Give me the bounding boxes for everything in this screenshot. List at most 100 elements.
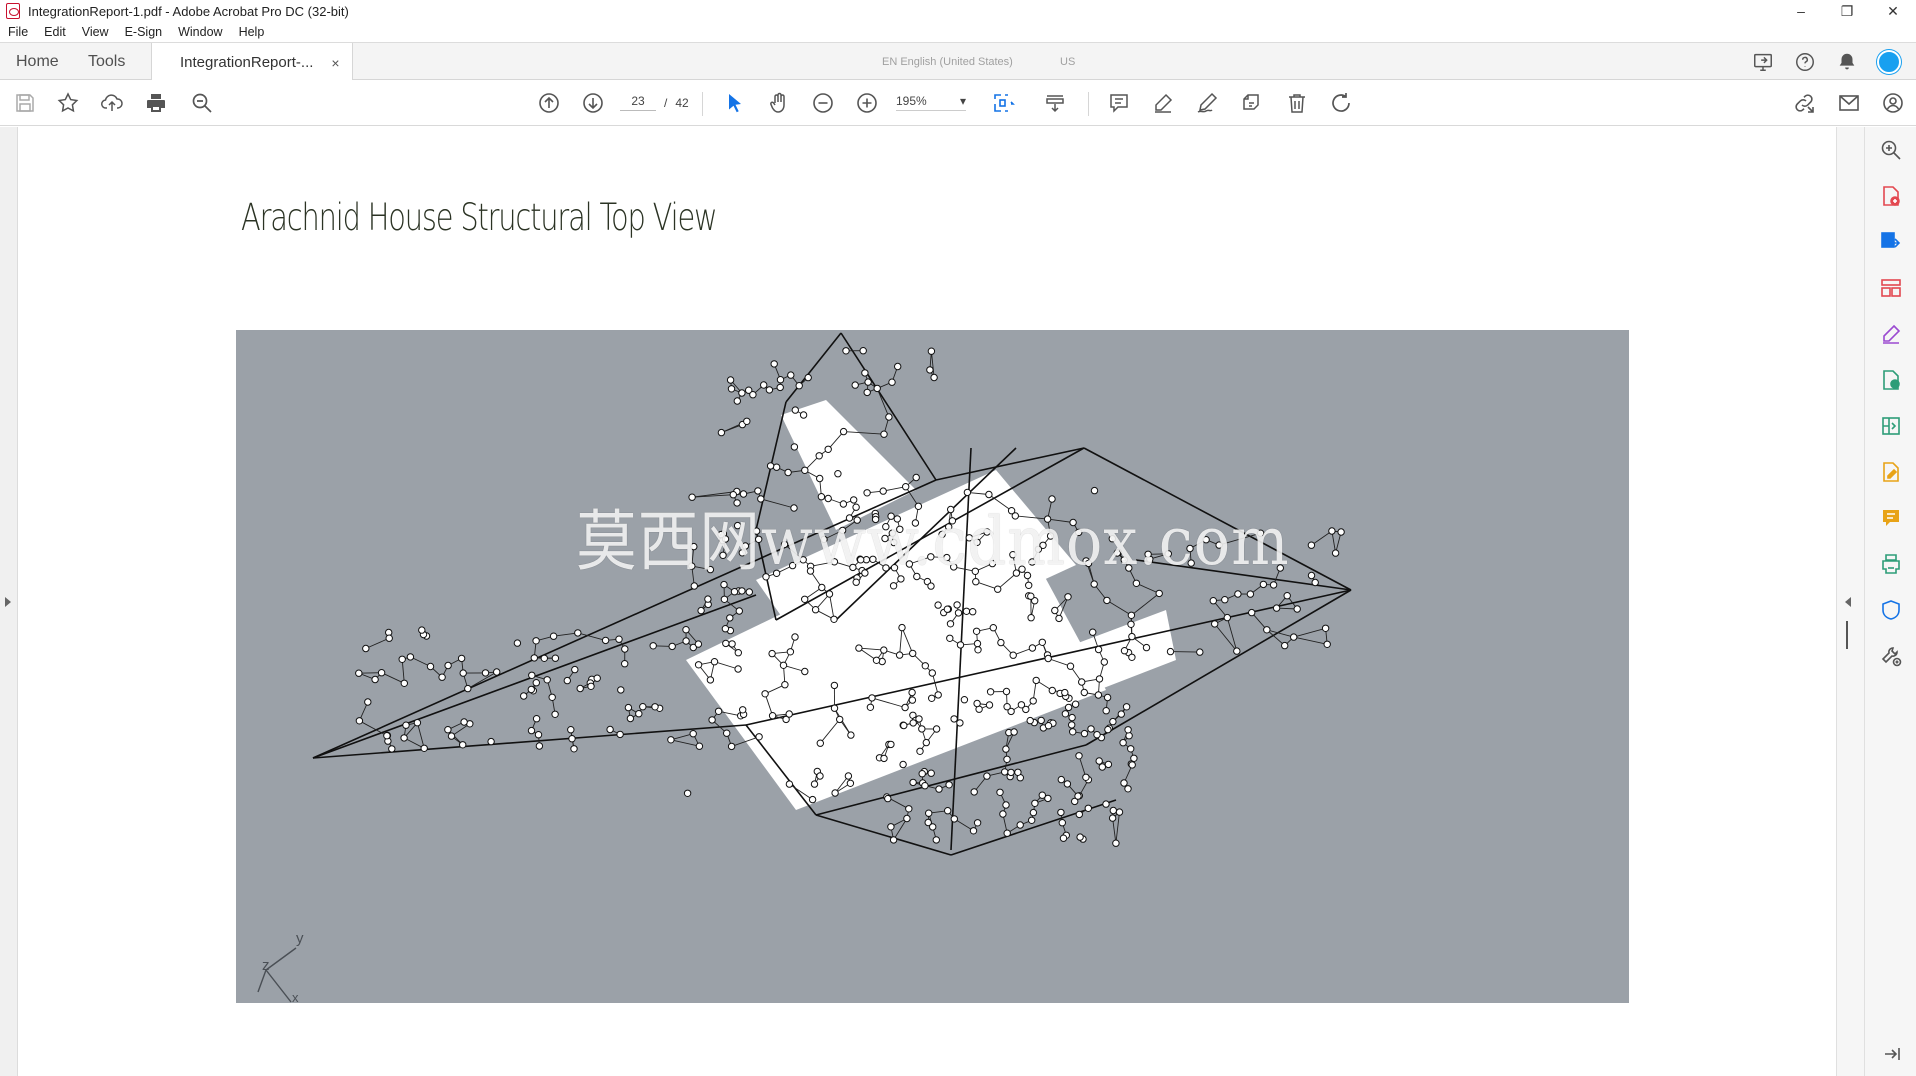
collapse-right-pane-icon[interactable] [1845,597,1851,607]
save-icon[interactable] [12,90,38,116]
minimize-button[interactable]: – [1778,0,1824,22]
profile-avatar-icon[interactable] [1876,49,1902,75]
rotate-icon[interactable] [1328,90,1354,116]
share-link-icon[interactable] [1791,90,1817,116]
mesh-node [727,385,736,393]
organize-pages-icon[interactable] [1878,275,1904,301]
email-icon[interactable] [1836,90,1862,116]
mesh-node [1094,691,1103,699]
tab-document[interactable]: IntegrationReport-... × [151,43,353,82]
scrollbar-thumb[interactable] [1846,621,1848,649]
mesh-node [834,470,842,478]
mesh-node [1003,829,1011,837]
menu-esign[interactable]: E-Sign [125,25,163,39]
zoom-in-icon[interactable] [854,90,880,116]
mesh-node [371,675,379,684]
scrolling-mode-icon[interactable] [1042,90,1068,116]
mesh-node [944,807,952,815]
sign-pen-icon[interactable] [1194,90,1220,116]
page-fit-icon[interactable] [990,90,1016,116]
zoom-level-dropdown[interactable]: 195% ▾ [896,94,966,111]
mesh-node [689,730,697,738]
comment-icon[interactable] [1878,505,1904,531]
mesh-node [457,654,466,663]
restore-button[interactable]: ❐ [1824,0,1870,22]
mesh-node [1058,819,1066,827]
mesh-node [925,809,933,817]
mesh-node [928,694,936,702]
print-production-icon[interactable] [1878,551,1904,577]
axis-label-z: z [262,957,270,974]
mesh-node [1307,541,1316,549]
mesh-node [873,384,881,393]
close-tab-icon[interactable]: × [331,55,339,71]
mesh-node [606,725,614,734]
upload-cloud-icon[interactable] [99,90,125,116]
mesh-node [888,378,896,386]
vertical-scrollbar[interactable] [1836,127,1864,1076]
delete-trash-icon[interactable] [1284,90,1310,116]
print-icon[interactable] [143,90,169,116]
mesh-edge [1131,593,1160,616]
protect-icon[interactable] [1878,597,1904,623]
mesh-node [989,624,997,632]
menu-window[interactable]: Window [178,25,222,39]
share-screen-icon[interactable] [1750,49,1776,75]
mesh-node [532,715,541,723]
mesh-node [1044,654,1052,663]
previous-page-icon[interactable] [536,90,562,116]
expand-left-pane-icon[interactable] [5,597,11,607]
create-pdf-icon[interactable] [1878,183,1904,209]
highlight-pen-icon[interactable] [1150,90,1176,116]
mesh-node [385,634,393,642]
next-page-icon[interactable] [580,90,606,116]
menu-help[interactable]: Help [239,25,265,39]
menu-edit[interactable]: Edit [44,25,66,39]
mesh-node [722,639,730,648]
notifications-bell-icon[interactable] [1834,49,1860,75]
help-icon[interactable] [1792,49,1818,75]
mesh-node [1211,620,1219,628]
mesh-node [996,788,1004,796]
export-pdf-icon[interactable] [1878,229,1904,255]
mesh-node [530,654,538,662]
mesh-node [1117,710,1125,718]
collapse-tools-pane-icon[interactable] [1878,1041,1904,1067]
hand-tool-icon[interactable] [766,90,792,116]
add-comment-icon[interactable] [1106,90,1132,116]
language-indicator[interactable]: EN English (United States) [882,56,1013,68]
mesh-node [900,721,908,730]
tab-home[interactable]: Home [16,43,59,81]
mesh-node [668,642,676,651]
mesh-node [745,588,753,596]
mesh-node [1323,640,1331,648]
close-window-button[interactable]: ✕ [1870,0,1916,22]
current-page-input[interactable]: 23 [620,94,656,111]
edit-pdf-icon[interactable] [1878,459,1904,485]
mesh-node [956,641,965,649]
mesh-node [601,636,610,645]
left-navigation-pane[interactable] [0,127,18,1076]
combine-files-icon[interactable] [1878,367,1904,393]
stamp-icon[interactable] [1238,90,1264,116]
zoom-icon[interactable] [1878,137,1904,163]
mesh-node [624,703,633,712]
mesh-node [694,661,703,669]
select-cursor-icon[interactable] [722,90,748,116]
more-tools-icon[interactable] [1878,643,1904,669]
mesh-node [864,378,872,386]
zoom-out-icon[interactable] [810,90,836,116]
tab-tools[interactable]: Tools [88,43,125,81]
keyboard-layout-indicator[interactable]: US [1060,56,1075,68]
menu-file[interactable]: File [8,25,28,39]
mesh-node [714,707,723,715]
fill-sign-icon[interactable] [1878,321,1904,347]
mesh-node [927,347,936,355]
mesh-node [954,609,963,617]
menu-view[interactable]: View [82,25,109,39]
bookmark-star-icon[interactable] [55,90,81,116]
mesh-node [1120,779,1128,787]
compress-pdf-icon[interactable] [1878,413,1904,439]
zoom-out-search-icon[interactable] [189,90,215,116]
share-people-icon[interactable] [1880,90,1906,116]
